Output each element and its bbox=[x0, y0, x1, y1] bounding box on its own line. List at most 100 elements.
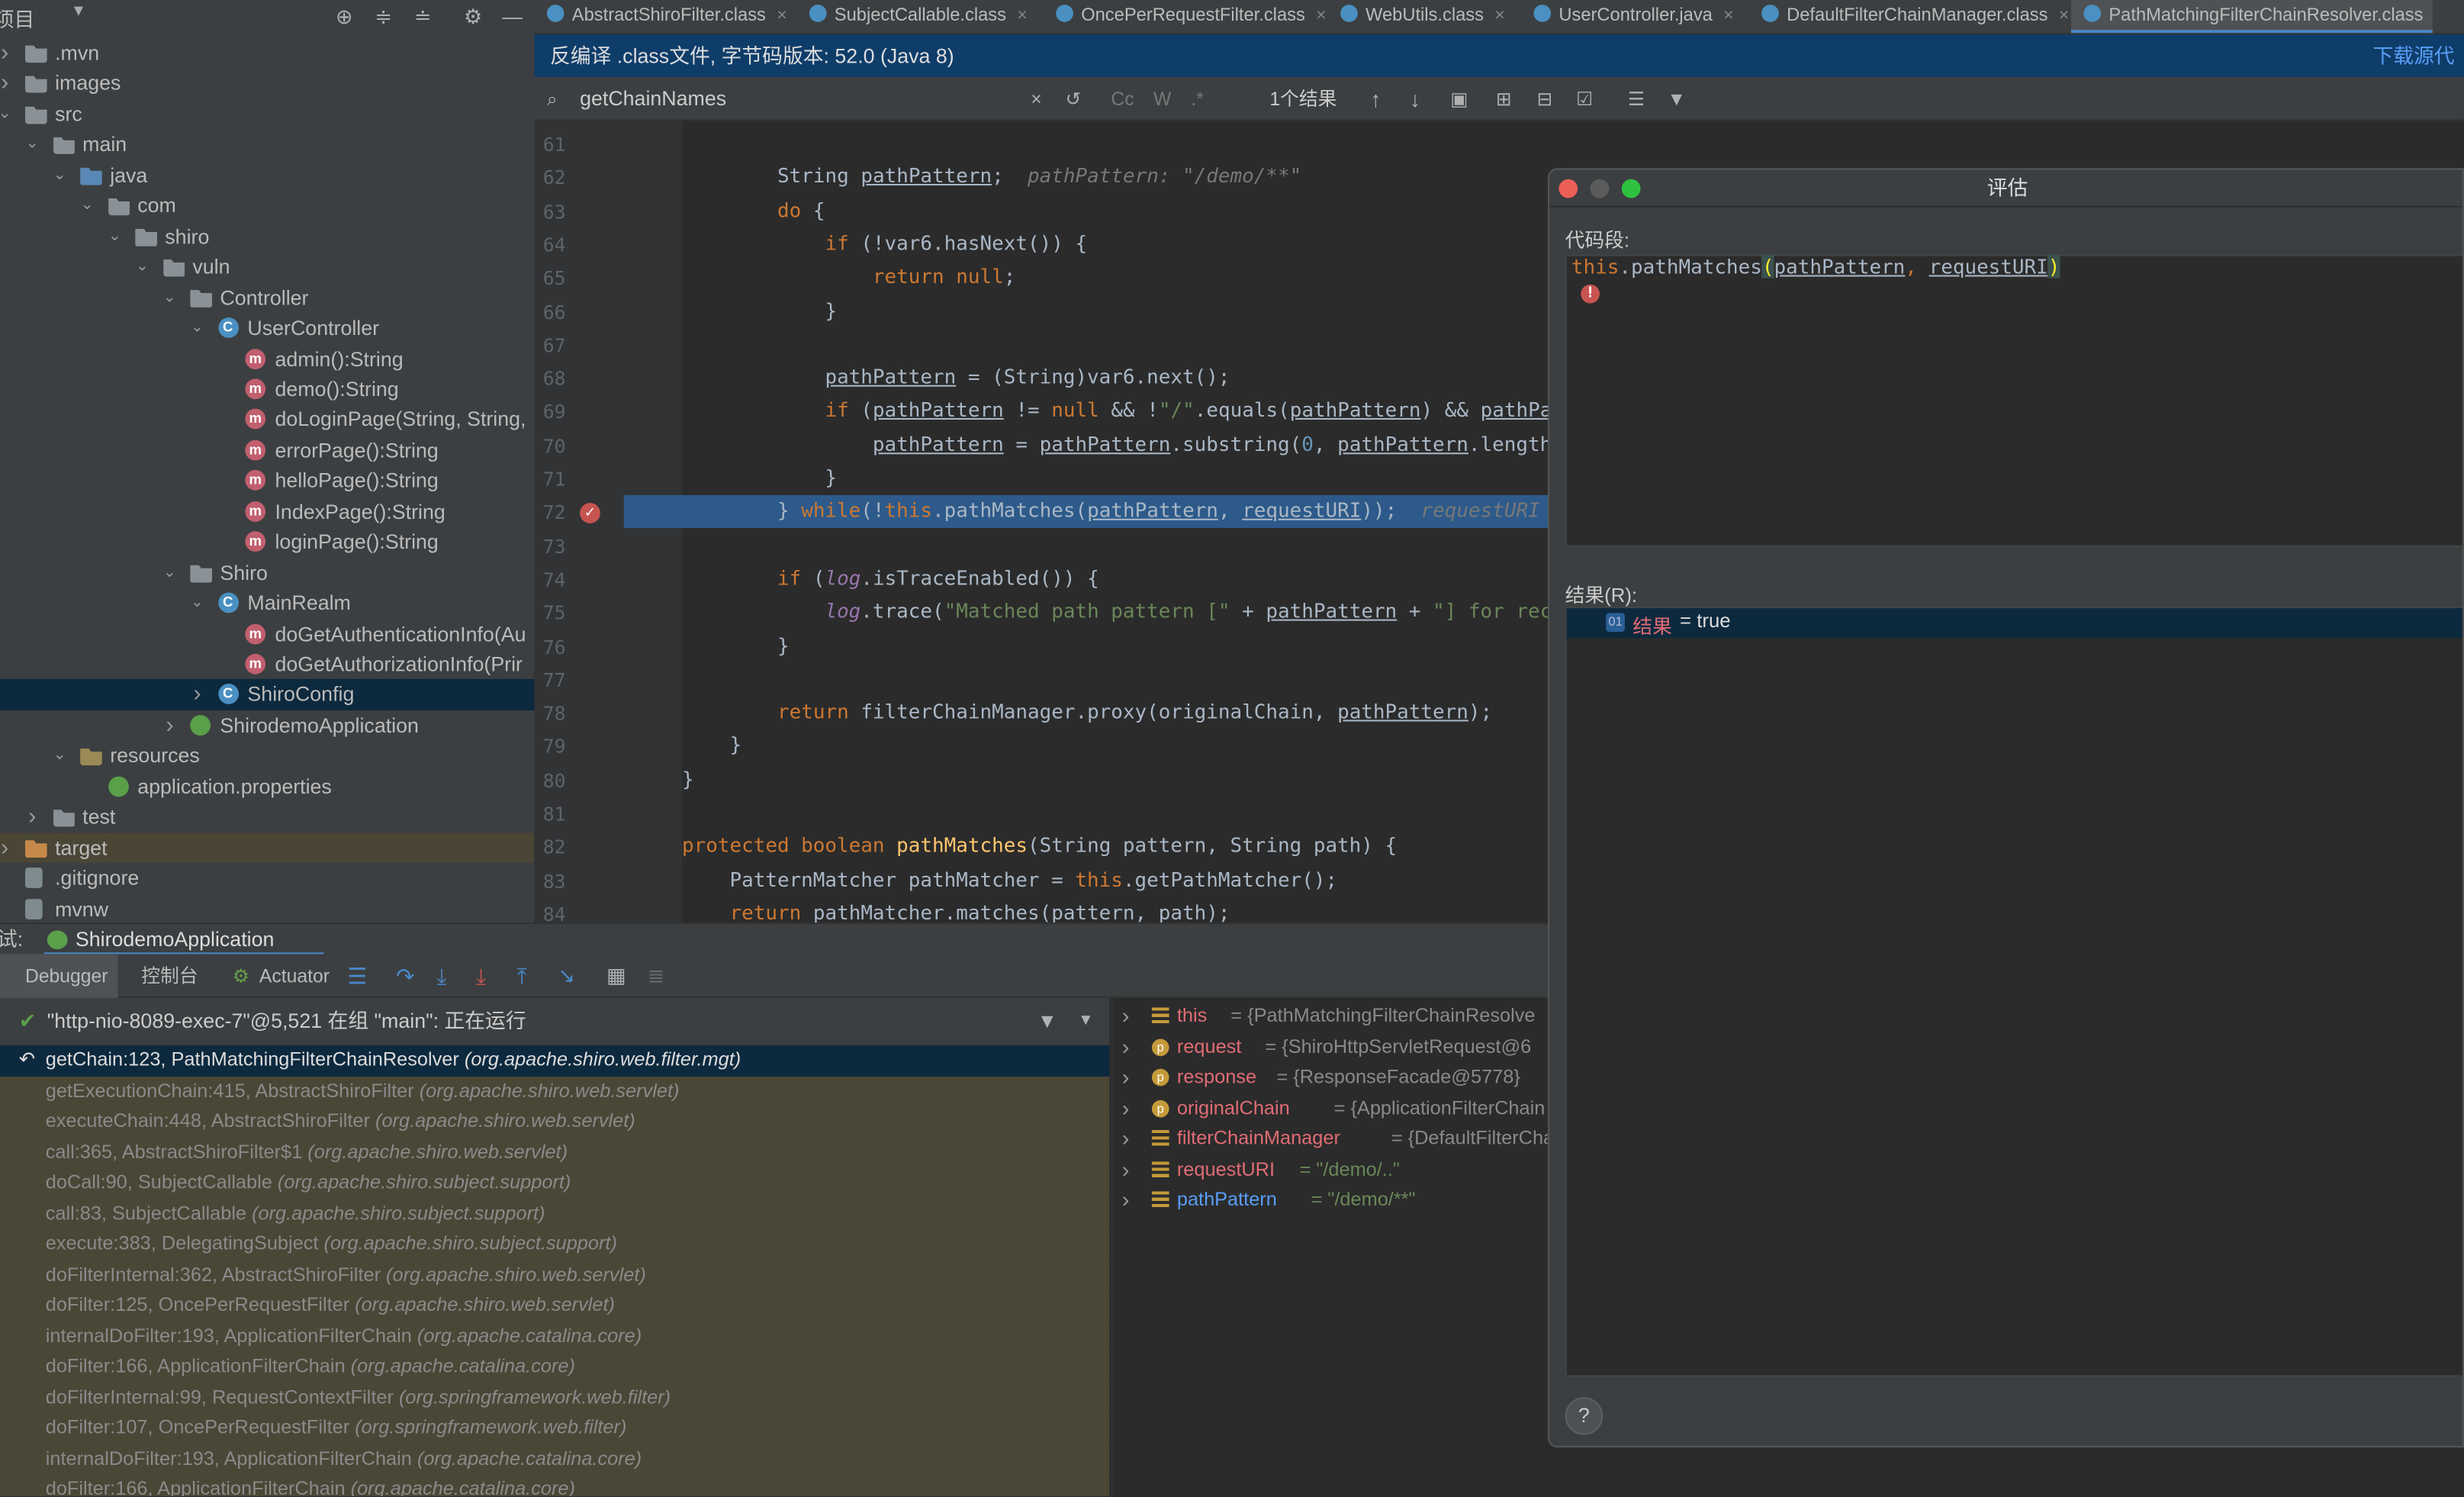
code-line[interactable]: if (log.isTraceEnabled()) { bbox=[682, 561, 1099, 594]
editor-tab[interactable]: DefaultFilterChainManager.class × bbox=[1749, 0, 2069, 33]
code-line[interactable]: return filterChainManager.proxy(original… bbox=[682, 695, 1492, 728]
tree-item[interactable]: ⌄ com bbox=[0, 191, 534, 221]
chevron-down-icon[interactable]: ⌄ bbox=[189, 588, 205, 619]
editor-tab[interactable]: AbstractShiroFilter.class × bbox=[534, 0, 787, 33]
editor-tab[interactable]: PathMatchingFilterChainResolver.class bbox=[2070, 0, 2433, 34]
chevron-down-icon[interactable]: ⌄ bbox=[52, 741, 68, 771]
stack-frame[interactable]: doFilterInternal:99, RequestContextFilte… bbox=[0, 1382, 1110, 1413]
filter-icon[interactable]: ▼ bbox=[1668, 77, 1686, 121]
code-line[interactable]: } bbox=[682, 729, 741, 761]
stack-frame[interactable]: doFilter:166, ApplicationFilterChain (or… bbox=[0, 1351, 1110, 1383]
step-into-icon[interactable]: ⤓ bbox=[437, 954, 447, 998]
chevron-down-icon[interactable]: ⌄ bbox=[162, 282, 178, 313]
trace-icon[interactable]: ≣ bbox=[648, 954, 664, 998]
zoom-window-button[interactable] bbox=[1621, 179, 1641, 198]
chevron-down-icon[interactable]: ⌄ bbox=[107, 221, 123, 252]
tree-item[interactable]: ⌄ java bbox=[0, 160, 534, 191]
minimize-window-button[interactable] bbox=[1590, 179, 1610, 198]
chevron-right-icon[interactable]: › bbox=[1122, 1185, 1130, 1215]
code-line[interactable]: log.trace("Matched path pattern [" + pat… bbox=[682, 594, 1552, 627]
tree-item[interactable]: ⌄ shiro bbox=[0, 221, 534, 252]
code-line[interactable]: protected boolean pathMatches(String pat… bbox=[682, 829, 1397, 861]
close-tab-icon[interactable]: × bbox=[777, 6, 786, 25]
tree-item[interactable]: m errorPage():String bbox=[0, 435, 534, 465]
variable-row[interactable]: › filterChainManager = {DefaultFilterChai bbox=[1112, 1124, 1548, 1154]
tree-item[interactable]: .gitignore bbox=[0, 863, 534, 893]
tree-item[interactable]: application.properties bbox=[0, 771, 534, 802]
tree-item[interactable]: › images bbox=[0, 68, 534, 98]
tree-item[interactable]: ⌄ Shiro bbox=[0, 558, 534, 588]
filter-icon[interactable]: ▼ bbox=[1037, 998, 1058, 1045]
tab-debugger[interactable]: Debugger bbox=[25, 954, 108, 998]
stack-frame[interactable]: executeChain:448, AbstractShiroFilter (o… bbox=[0, 1106, 1110, 1138]
arrow-up-icon[interactable]: ↑ bbox=[1370, 77, 1381, 121]
chevron-right-icon[interactable]: › bbox=[1122, 1124, 1130, 1154]
code-line[interactable]: } bbox=[682, 293, 837, 326]
tree-item[interactable]: ⌄ C UserController bbox=[0, 313, 534, 343]
code-fragment-text[interactable]: this.pathMatches(pathPattern, requestURI… bbox=[1571, 250, 2060, 283]
code-line[interactable]: } while(!this.pathMatches(pathPattern, r… bbox=[682, 494, 1540, 526]
result-tree[interactable]: 01 结果 = true bbox=[1565, 607, 2462, 1377]
context-icon[interactable]: ☰ bbox=[1628, 77, 1645, 121]
chevron-right-icon[interactable]: › bbox=[1122, 1001, 1130, 1032]
tree-item[interactable]: m admin():String bbox=[0, 343, 534, 374]
select-all-icon[interactable]: ▣ bbox=[1450, 77, 1468, 121]
locate-icon[interactable]: ⊕ bbox=[332, 5, 357, 30]
clear-search-icon[interactable]: × bbox=[1031, 77, 1041, 121]
tree-item[interactable]: m doLoginPage(String, String, bbox=[0, 404, 534, 435]
chevron-right-icon[interactable]: › bbox=[24, 802, 40, 832]
arrow-down-icon[interactable]: ↓ bbox=[1410, 77, 1420, 121]
tree-item[interactable]: › test bbox=[0, 802, 534, 832]
thread-selector[interactable]: ✔ "http-nio-8089-exec-7"@5,521 在组 "main"… bbox=[0, 998, 1110, 1045]
editor-tab[interactable]: OncePerRequestFilter.class × bbox=[1044, 0, 1327, 33]
step-over-icon[interactable]: ↷ bbox=[396, 954, 414, 998]
close-tab-icon[interactable]: × bbox=[1494, 6, 1504, 25]
project-panel-title[interactable]: 项目 bbox=[0, 3, 34, 33]
force-step-into-icon[interactable]: ⤓ bbox=[476, 954, 486, 998]
stack-frame[interactable]: call:83, SubjectCallable (org.apache.shi… bbox=[0, 1198, 1110, 1229]
variable-row[interactable]: › p originalChain = {ApplicationFilterChain bbox=[1112, 1093, 1548, 1124]
code-line[interactable]: } bbox=[682, 461, 837, 494]
frames-list-icon[interactable]: ☰ bbox=[347, 954, 367, 998]
chevron-right-icon[interactable]: › bbox=[0, 832, 12, 863]
tree-item[interactable]: › ShirodemoApplication bbox=[0, 710, 534, 741]
chevron-down-icon[interactable]: ▼ bbox=[1078, 998, 1093, 1045]
stack-frame[interactable]: internalDoFilter:193, ApplicationFilterC… bbox=[0, 1444, 1110, 1475]
minimize-icon[interactable]: — bbox=[500, 5, 525, 30]
variable-row[interactable]: › p response = {ResponseFacade@5778} bbox=[1112, 1062, 1548, 1093]
stack-frame[interactable]: getExecutionChain:415, AbstractShiroFilt… bbox=[0, 1076, 1110, 1107]
code-line[interactable]: if (pathPattern != null && !"/".equals(p… bbox=[682, 394, 1552, 427]
stack-frame[interactable]: ↶ getChain:123, PathMatchingFilterChainRe… bbox=[0, 1045, 1110, 1077]
tree-item[interactable]: › C ShiroConfig bbox=[0, 679, 535, 710]
stack-frame[interactable]: execute:383, DelegatingSubject (org.apac… bbox=[0, 1228, 1110, 1260]
chevron-right-icon[interactable]: › bbox=[1122, 1093, 1130, 1124]
editor-gutter[interactable]: 61 62 63 64 65 66 67 68 69 70 71 ✓ 72 73 74 75 76 77 78 79 8… bbox=[534, 121, 682, 926]
stack-frame[interactable]: doFilter:166, ApplicationFilterChain (or… bbox=[0, 1474, 1110, 1497]
whole-words-toggle[interactable]: W bbox=[1153, 77, 1171, 121]
regex-toggle[interactable]: .* bbox=[1191, 77, 1204, 121]
editor-tab[interactable]: WebUtils.class × bbox=[1328, 0, 1509, 33]
editor-tab[interactable]: UserController.java × bbox=[1521, 0, 1741, 33]
error-bulb-icon[interactable]: ! bbox=[1581, 284, 1600, 304]
code-line[interactable]: } bbox=[682, 628, 790, 661]
tree-item[interactable]: m demo():String bbox=[0, 374, 534, 404]
chevron-down-icon[interactable]: ⌄ bbox=[162, 558, 178, 588]
code-line[interactable]: PatternMatcher pathMatcher = this.getPat… bbox=[682, 862, 1337, 895]
close-window-button[interactable] bbox=[1558, 179, 1578, 198]
chevron-right-icon[interactable]: › bbox=[0, 68, 12, 98]
chevron-right-icon[interactable]: › bbox=[189, 680, 205, 710]
variable-row[interactable]: › pathPattern = "/demo/**" bbox=[1112, 1185, 1548, 1215]
code-editor[interactable]: String pathPattern; pathPattern: "/demo/… bbox=[681, 121, 1562, 923]
code-line[interactable]: } bbox=[682, 761, 694, 794]
tab-console[interactable]: 控制台 bbox=[141, 954, 198, 998]
close-tab-icon[interactable]: × bbox=[1723, 6, 1733, 25]
tree-item[interactable]: ⌄ resources bbox=[0, 741, 534, 771]
chevron-down-icon[interactable]: ⌄ bbox=[79, 191, 95, 221]
close-tab-icon[interactable]: × bbox=[1316, 6, 1326, 25]
variable-row[interactable]: › requestURI = "/demo/.." bbox=[1112, 1154, 1548, 1185]
stack-frame[interactable]: doCall:90, SubjectCallable (org.apache.s… bbox=[0, 1167, 1110, 1199]
tree-item[interactable]: m loginPage():String bbox=[0, 526, 534, 557]
stack-frame[interactable]: internalDoFilter:193, ApplicationFilterC… bbox=[0, 1321, 1110, 1352]
tree-item[interactable]: ⌄ src bbox=[0, 99, 534, 130]
expand-all-icon[interactable]: ≑ bbox=[371, 5, 396, 30]
